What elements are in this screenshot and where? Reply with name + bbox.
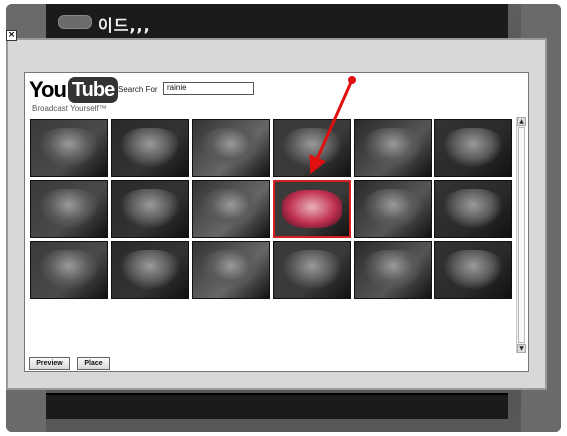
selected-video-thumbnail[interactable] — [273, 180, 351, 238]
video-thumbnail[interactable] — [354, 180, 432, 238]
thumbnail-image — [38, 250, 100, 290]
youtube-logo-tube: Tube — [67, 77, 119, 103]
youtube-tagline: Broadcast Yourself™ — [32, 104, 107, 113]
thumbnail-image — [119, 128, 181, 168]
video-thumbnail[interactable] — [30, 241, 108, 299]
video-thumbnail[interactable] — [354, 241, 432, 299]
thumbnail-image — [281, 128, 343, 168]
thumbnail-image — [119, 250, 181, 290]
scroll-up-icon[interactable]: ▲ — [517, 117, 526, 126]
bottom-bar — [46, 393, 508, 419]
thumbnail-image — [281, 250, 343, 290]
preview-button[interactable]: Preview — [29, 357, 70, 370]
youtube-logo-you: You — [29, 77, 67, 102]
thumbnail-image — [38, 128, 100, 168]
video-thumbnail[interactable] — [273, 119, 351, 177]
screenshot-frame: 이드,,, × You Tube Broadcast Yourself™ Sea… — [0, 0, 567, 436]
place-button[interactable]: Place — [77, 357, 110, 370]
thumbnail-image — [362, 128, 424, 168]
youtube-logo: You Tube — [29, 77, 119, 103]
thumbnail-image — [442, 189, 504, 229]
video-thumbnail[interactable] — [111, 180, 189, 238]
youtube-search-panel: You Tube Broadcast Yourself™ Search For … — [24, 72, 529, 372]
thumbnail-image — [362, 250, 424, 290]
video-thumbnail[interactable] — [192, 119, 270, 177]
video-results-grid — [28, 117, 518, 353]
video-thumbnail[interactable] — [192, 241, 270, 299]
search-input[interactable]: rainie — [163, 82, 254, 95]
video-thumbnail[interactable] — [111, 119, 189, 177]
scroll-down-icon[interactable]: ▼ — [517, 344, 526, 353]
video-thumbnail[interactable] — [354, 119, 432, 177]
search-label: Search For — [118, 85, 158, 94]
results-scrollbar[interactable]: ▲ ▼ — [516, 117, 526, 353]
thumbnail-image — [119, 189, 181, 229]
video-thumbnail[interactable] — [273, 241, 351, 299]
thumbnail-image — [200, 250, 262, 290]
title-badge — [58, 15, 92, 29]
thumbnail-image — [442, 250, 504, 290]
video-thumbnail[interactable] — [434, 180, 512, 238]
video-thumbnail[interactable] — [192, 180, 270, 238]
thumbnail-image — [200, 128, 262, 168]
title-bar: 이드,,, — [46, 4, 508, 40]
thumbnail-image — [362, 189, 424, 229]
video-thumbnail[interactable] — [434, 119, 512, 177]
thumbnail-image — [200, 189, 262, 229]
scroll-thumb[interactable] — [518, 127, 525, 343]
thumbnail-image — [38, 189, 100, 229]
video-thumbnail[interactable] — [434, 241, 512, 299]
thumbnail-image — [442, 128, 504, 168]
window-title: 이드,,, — [98, 16, 151, 35]
video-thumbnail[interactable] — [30, 180, 108, 238]
video-thumbnail[interactable] — [111, 241, 189, 299]
close-icon[interactable]: × — [6, 30, 17, 41]
thumbnail-image — [282, 190, 342, 228]
video-thumbnail[interactable] — [30, 119, 108, 177]
